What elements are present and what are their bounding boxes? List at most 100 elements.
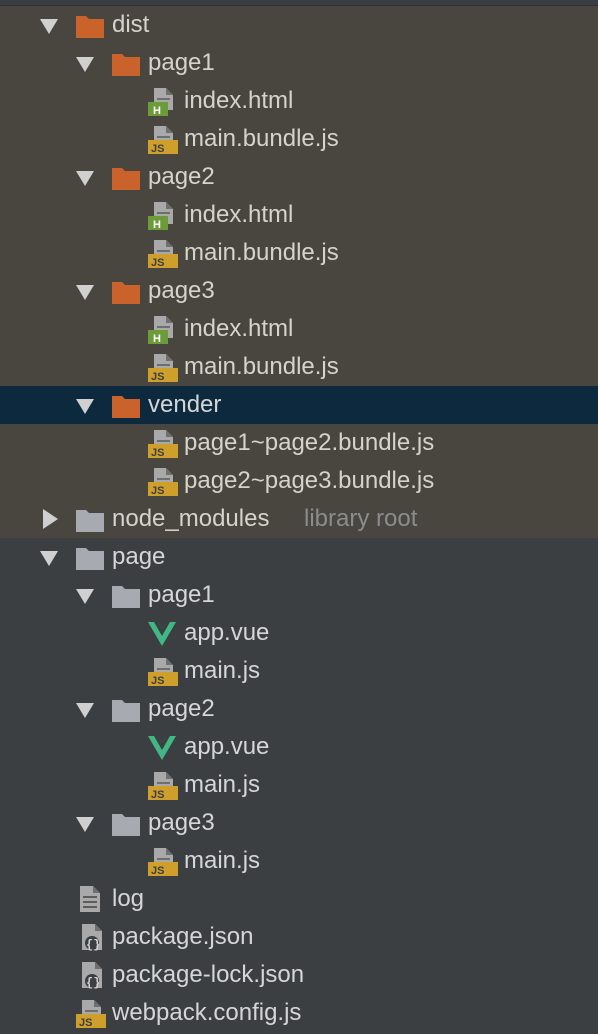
json-file-icon: {} (74, 918, 108, 956)
js-file-icon: JS (146, 348, 180, 386)
svg-text:JS: JS (151, 789, 164, 801)
vue-file-icon (146, 614, 180, 652)
tree-row-file[interactable]: JS main.js (0, 842, 598, 880)
tree-item-label: main.js (184, 847, 261, 874)
tree-row-file[interactable]: JS main.bundle.js (0, 120, 598, 158)
tree-item-label: index.html (184, 201, 294, 228)
tree-row-file[interactable]: JS main.js (0, 766, 598, 804)
collapse-arrow-icon[interactable] (38, 500, 60, 538)
svg-text:H: H (153, 105, 161, 117)
tree-item-label: main.bundle.js (184, 239, 339, 266)
tree-row-file[interactable]: JS main.bundle.js (0, 348, 598, 386)
expand-arrow-icon[interactable] (38, 6, 60, 44)
json-file-icon: {} (74, 956, 108, 994)
tree-item-label: page3 (148, 277, 215, 304)
expand-arrow-icon[interactable] (38, 538, 60, 576)
tree-item-label: log (112, 885, 145, 912)
tree-row-file[interactable]: app.vue (0, 728, 598, 766)
svg-text:H: H (153, 333, 161, 345)
folder-icon (110, 690, 144, 728)
tree-row-file[interactable]: JS page1~page2.bundle.js (0, 424, 598, 462)
tree-row-file[interactable]: H index.html (0, 82, 598, 120)
html-file-icon: H (146, 82, 180, 120)
tree-row-page-page2[interactable]: page2 (0, 690, 598, 728)
text-file-icon (74, 880, 108, 918)
svg-text:H: H (153, 219, 161, 231)
folder-icon (74, 538, 108, 576)
tree-row-file[interactable]: {} package-lock.json (0, 956, 598, 994)
expand-arrow-icon[interactable] (74, 272, 96, 310)
js-file-icon: JS (74, 994, 108, 1032)
tree-item-label: main.bundle.js (184, 353, 339, 380)
tree-row-dist-page2[interactable]: page2 (0, 158, 598, 196)
svg-text:{}: {} (86, 938, 100, 952)
tree-item-label: node_modules (112, 505, 270, 532)
expand-arrow-icon[interactable] (74, 158, 96, 196)
tree-row-file[interactable]: H index.html (0, 310, 598, 348)
tree-item-label: main.js (184, 657, 261, 684)
js-file-icon: JS (146, 842, 180, 880)
tree-item-label: page2 (148, 695, 215, 722)
folder-icon (110, 158, 144, 196)
html-file-icon: H (146, 310, 180, 348)
tree-item-label: package.json (112, 923, 254, 950)
tree-row-file[interactable]: log (0, 880, 598, 918)
js-file-icon: JS (146, 120, 180, 158)
tree-row-file[interactable]: JS webpack.config.js (0, 994, 598, 1032)
expand-arrow-icon[interactable] (74, 576, 96, 614)
tree-row-file[interactable]: JS main.bundle.js (0, 234, 598, 272)
svg-text:JS: JS (151, 675, 164, 687)
js-file-icon: JS (146, 234, 180, 272)
project-tree: dist page1 H index.html JS main.bundle.j… (0, 0, 598, 1034)
svg-text:JS: JS (151, 447, 164, 459)
vue-file-icon (146, 728, 180, 766)
tree-row-dist-page1[interactable]: page1 (0, 44, 598, 82)
tree-row-page[interactable]: page (0, 538, 598, 576)
expand-arrow-icon[interactable] (74, 44, 96, 82)
tree-item-label: page2 (148, 163, 215, 190)
tree-row-file[interactable]: app.vue (0, 614, 598, 652)
html-file-icon: H (146, 196, 180, 234)
tree-item-label: app.vue (184, 733, 270, 760)
tree-item-label: page2~page3.bundle.js (184, 467, 435, 494)
tree-item-label: vender (148, 391, 222, 418)
tree-item-label: page (112, 543, 166, 570)
js-file-icon: JS (146, 766, 180, 804)
js-file-icon: JS (146, 462, 180, 500)
tree-item-label: index.html (184, 315, 294, 342)
svg-text:{}: {} (86, 976, 100, 990)
tree-row-vender[interactable]: vender (0, 386, 598, 424)
tree-item-label: page3 (148, 809, 215, 836)
svg-text:JS: JS (151, 865, 164, 877)
tree-item-label: webpack.config.js (112, 999, 302, 1026)
expand-arrow-icon[interactable] (74, 690, 96, 728)
tree-item-label: page1~page2.bundle.js (184, 429, 435, 456)
tree-row-file[interactable]: JS main.js (0, 652, 598, 690)
tree-row-file[interactable]: JS page2~page3.bundle.js (0, 462, 598, 500)
tree-row-node-modules[interactable]: node_modules library root (0, 500, 598, 538)
expand-arrow-icon[interactable] (74, 386, 96, 424)
tree-item-label: main.js (184, 771, 261, 798)
tree-row-file[interactable]: {} package.json (0, 918, 598, 956)
svg-text:JS: JS (79, 1017, 92, 1029)
folder-icon (110, 272, 144, 310)
tree-item-label: dist (112, 11, 150, 38)
tree-row-page-page1[interactable]: page1 (0, 576, 598, 614)
folder-icon (110, 804, 144, 842)
tree-item-label: app.vue (184, 619, 270, 646)
tree-row-dist[interactable]: dist (0, 6, 598, 44)
folder-icon (110, 44, 144, 82)
expand-arrow-icon[interactable] (74, 804, 96, 842)
js-file-icon: JS (146, 652, 180, 690)
svg-text:JS: JS (151, 371, 164, 383)
tree-row-page-page3[interactable]: page3 (0, 804, 598, 842)
folder-icon (110, 576, 144, 614)
tree-row-file[interactable]: H index.html (0, 196, 598, 234)
folder-icon (110, 386, 144, 424)
svg-text:JS: JS (151, 257, 164, 269)
tree-item-label: page1 (148, 49, 215, 76)
js-file-icon: JS (146, 424, 180, 462)
folder-icon (74, 500, 108, 538)
tree-row-dist-page3[interactable]: page3 (0, 272, 598, 310)
svg-text:JS: JS (151, 485, 164, 497)
